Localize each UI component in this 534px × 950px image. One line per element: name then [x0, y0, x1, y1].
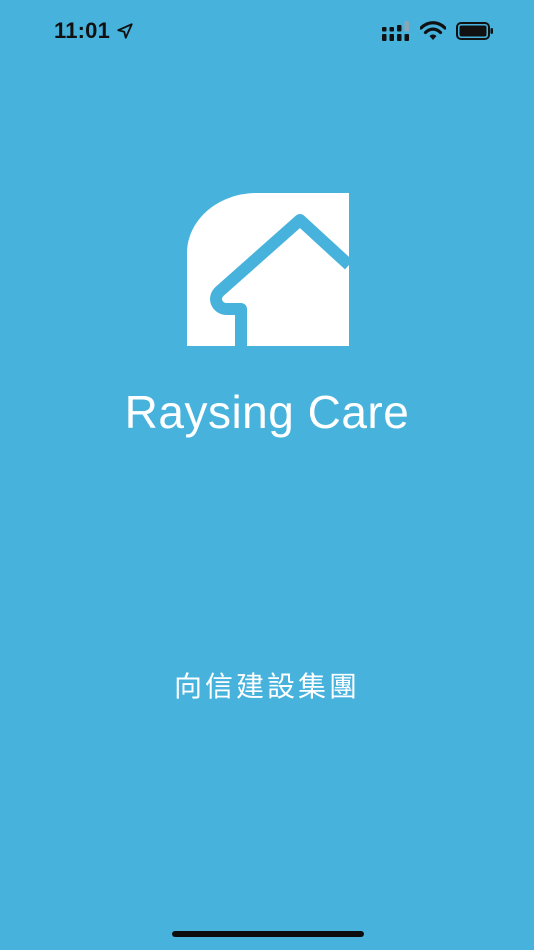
- status-icons: [382, 21, 494, 41]
- location-arrow-icon: [117, 23, 133, 39]
- house-logo-icon: [187, 193, 349, 346]
- app-name: Raysing Care: [124, 386, 410, 438]
- company-name: 向信建設集團: [173, 670, 360, 703]
- battery-icon: [456, 22, 493, 40]
- cellular-signal-icon: [382, 21, 409, 41]
- wifi-icon: [420, 21, 446, 40]
- status-bar: 11:01: [0, 0, 534, 66]
- home-indicator[interactable]: [172, 931, 364, 937]
- status-time: 11:01: [54, 18, 111, 43]
- status-time-group: 11:01: [54, 18, 134, 44]
